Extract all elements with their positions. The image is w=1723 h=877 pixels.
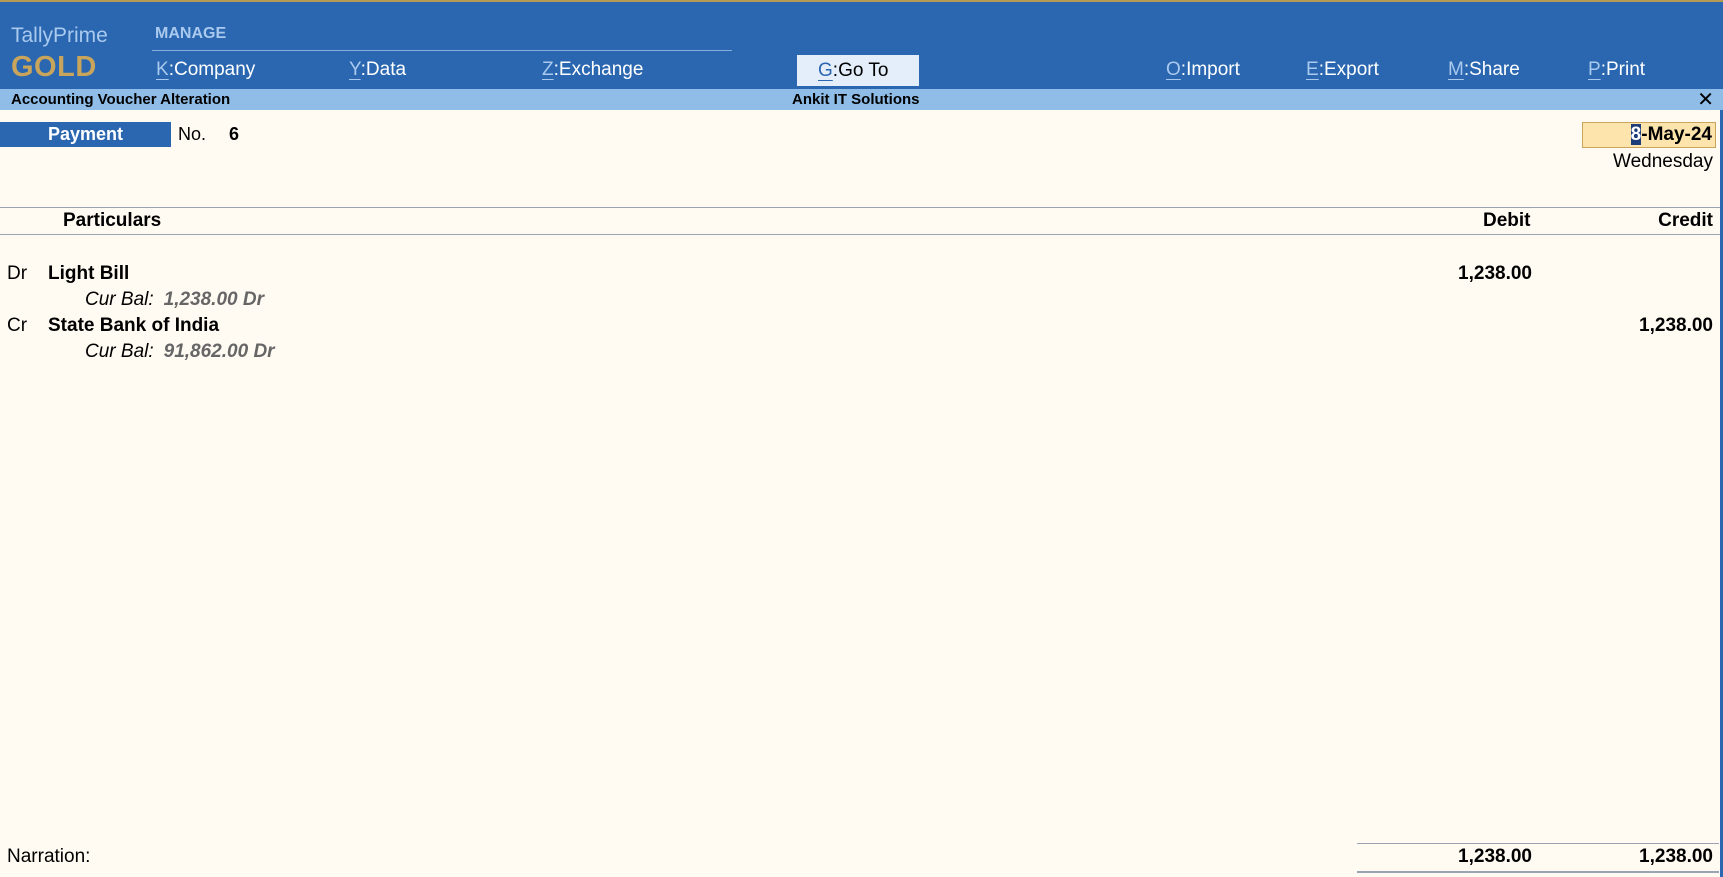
menu-print-button[interactable]: P:Print bbox=[1588, 59, 1645, 81]
menu-label: Share bbox=[1469, 59, 1520, 80]
voucher-date-field[interactable]: 8-May-24 bbox=[1582, 122, 1716, 148]
manage-section-label: MANAGE bbox=[155, 25, 227, 42]
menu-label: Go To bbox=[838, 60, 889, 81]
menu-exchange-button[interactable]: Z:Exchange bbox=[542, 59, 643, 81]
shortcut-key: O bbox=[1166, 59, 1181, 80]
balance-value: 1,238.00 Dr bbox=[163, 289, 264, 310]
header-top-divider bbox=[0, 207, 1723, 208]
menu-import-button[interactable]: O:Import bbox=[1166, 59, 1240, 81]
voucher-number: 6 bbox=[229, 124, 240, 144]
credit-header: Credit bbox=[1658, 210, 1713, 231]
shortcut-key: K bbox=[156, 59, 169, 80]
narration-label[interactable]: Narration: bbox=[7, 846, 90, 868]
ledger-name: State Bank of India bbox=[48, 315, 220, 336]
menu-label: Import bbox=[1186, 59, 1240, 80]
menu-label: Exchange bbox=[558, 59, 644, 80]
balance-label: Cur Bal: bbox=[85, 289, 154, 310]
shortcut-key: Z bbox=[542, 59, 554, 80]
credit-amount: 1,238.00 bbox=[1639, 315, 1713, 336]
debit-amount: 1,238.00 bbox=[1458, 263, 1532, 284]
app-name: TallyPrime bbox=[11, 24, 108, 47]
entry-side: Cr bbox=[7, 315, 28, 336]
shortcut-key: P bbox=[1588, 59, 1601, 80]
shortcut-key: Y bbox=[349, 59, 361, 80]
balance-value: 91,862.00 Dr bbox=[163, 341, 275, 362]
menu-share-button[interactable]: M:Share bbox=[1448, 59, 1520, 81]
voucher-number-label: No. bbox=[178, 124, 207, 144]
particulars-header: Particulars bbox=[63, 210, 162, 231]
top-menu-bar: TallyPrime GOLD MANAGE K:Company Y:Data … bbox=[0, 0, 1723, 89]
ledger-name: Light Bill bbox=[48, 263, 130, 284]
screen-title-bar: Accounting Voucher Alteration Ankit IT S… bbox=[0, 87, 1723, 112]
menu-label: Export bbox=[1323, 59, 1379, 80]
menu-label: Company bbox=[173, 59, 256, 80]
menu-company-button[interactable]: K:Company bbox=[156, 59, 255, 81]
shortcut-key: G bbox=[818, 60, 833, 81]
menu-label: Data bbox=[365, 59, 407, 80]
header-bottom-divider bbox=[0, 234, 1723, 235]
debit-header: Debit bbox=[1483, 210, 1531, 231]
shortcut-key: E bbox=[1306, 59, 1319, 80]
close-icon[interactable]: ✕ bbox=[1697, 87, 1714, 112]
date-text: -May-24 bbox=[1641, 124, 1712, 145]
text-cursor: 8 bbox=[1630, 124, 1642, 145]
menu-label: Print bbox=[1605, 59, 1646, 80]
app-edition: GOLD bbox=[11, 51, 97, 83]
balance-label: Cur Bal: bbox=[85, 341, 154, 362]
current-balance: Cur Bal: 91,862.00 Dr bbox=[85, 341, 275, 363]
current-balance: Cur Bal: 1,238.00 Dr bbox=[85, 289, 264, 311]
screen-title: Accounting Voucher Alteration bbox=[11, 91, 231, 108]
voucher-type[interactable]: Payment bbox=[0, 122, 171, 147]
menu-goto-button[interactable]: G:Go To bbox=[797, 55, 919, 86]
menu-data-button[interactable]: Y:Data bbox=[349, 59, 406, 81]
menu-export-button[interactable]: E:Export bbox=[1306, 59, 1379, 81]
company-name: Ankit IT Solutions bbox=[792, 91, 920, 108]
entry-side: Dr bbox=[7, 263, 28, 284]
manage-divider bbox=[152, 50, 732, 51]
shortcut-key: M bbox=[1448, 59, 1464, 80]
total-top-line bbox=[1357, 843, 1719, 844]
total-bottom-line bbox=[1357, 871, 1719, 873]
total-credit: 1,238.00 bbox=[1639, 846, 1713, 867]
total-debit: 1,238.00 bbox=[1458, 846, 1532, 867]
weekday-label: Wednesday bbox=[1613, 151, 1713, 172]
